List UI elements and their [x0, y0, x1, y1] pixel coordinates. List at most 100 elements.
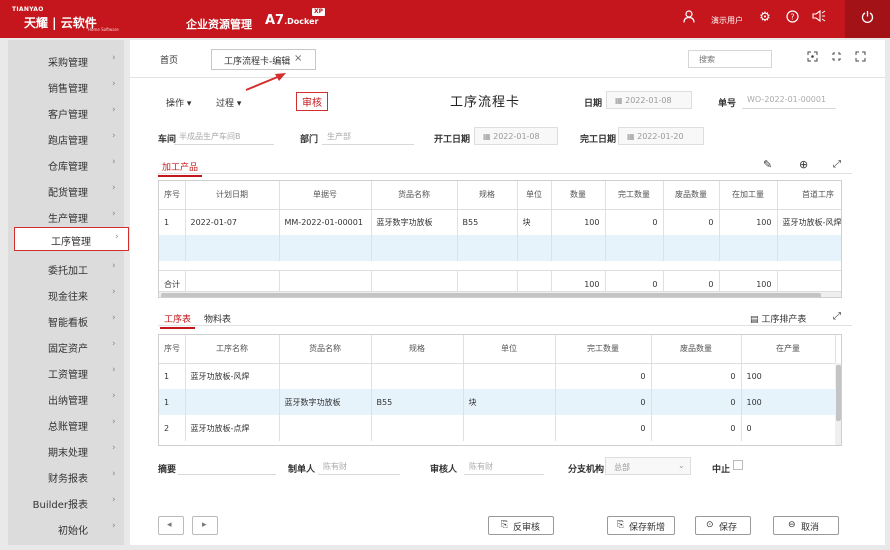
column-header[interactable]: 首道工序	[777, 181, 841, 210]
summary-field[interactable]	[178, 457, 276, 475]
schedule-link[interactable]: ▤ 工序排产表	[750, 312, 806, 325]
table-row[interactable]: 1 2022-01-07 MM-2022-01-00001 蓝牙数字功放板 B55 块 10…	[159, 209, 841, 235]
sidebar-item[interactable]: 出纳管理 ›	[12, 387, 122, 409]
table-cell[interactable]: 0	[651, 363, 742, 389]
sidebar-item[interactable]: 生产管理 ›	[12, 205, 122, 227]
table-cell[interactable]: 100	[719, 209, 778, 235]
sidebar-item[interactable]: 财务报表 ›	[12, 465, 122, 487]
fullscreen-icon[interactable]	[853, 51, 867, 65]
table-cell[interactable]	[185, 235, 280, 261]
column-header[interactable]: 在产量	[741, 335, 836, 364]
column-header[interactable]: 货品名称	[371, 181, 458, 210]
table-cell[interactable]	[371, 363, 464, 389]
column-header[interactable]: 规格	[371, 335, 464, 364]
save-new-button[interactable]: ⎘ 保存新增	[607, 516, 675, 535]
table-cell[interactable]: 2	[159, 415, 186, 441]
sidebar-item[interactable]: Builder报表 ›	[12, 491, 122, 513]
table-cell[interactable]: 1	[159, 363, 186, 389]
column-settings-icon[interactable]: ⊕	[799, 158, 808, 171]
tab-home[interactable]: 首页	[160, 53, 178, 66]
settings-icon[interactable]: ⚙	[757, 10, 773, 26]
table-cell[interactable]	[279, 363, 372, 389]
table-cell[interactable]: 2022-01-07	[185, 209, 280, 235]
table-cell[interactable]: 100	[741, 363, 836, 389]
table-cell[interactable]	[371, 415, 464, 441]
table-cell[interactable]: 蓝牙功放板-风焊	[185, 363, 280, 389]
sidebar-item[interactable]: 固定资产 ›	[12, 335, 122, 357]
doc-no-field[interactable]: WO-2022-01-00001	[742, 91, 836, 109]
close-icon[interactable]: ×	[294, 53, 302, 64]
table-cell[interactable]: MM-2022-01-00001	[279, 209, 372, 235]
sidebar-item[interactable]: 销售管理 ›	[12, 75, 122, 97]
sidebar-item[interactable]: 委托加工 ›	[12, 257, 122, 279]
sidebar-item[interactable]: 仓库管理 ›	[12, 153, 122, 175]
table-cell[interactable]: 蓝牙数字功放板	[279, 389, 372, 415]
table-cell[interactable]	[605, 235, 664, 261]
sidebar-item[interactable]: 跑店管理 ›	[12, 127, 122, 149]
column-header[interactable]: 工序名称	[185, 335, 280, 364]
table-cell[interactable]: 0	[605, 209, 664, 235]
search-box[interactable]	[688, 50, 772, 68]
table-cell[interactable]	[371, 235, 458, 261]
auditor-field[interactable]: 陈有财	[464, 457, 544, 475]
sidebar-item[interactable]: 初始化 ›	[12, 517, 122, 539]
column-header[interactable]: 序号	[159, 181, 186, 210]
table-cell[interactable]	[719, 235, 778, 261]
tab-materials[interactable]: 物料表	[204, 312, 231, 325]
brand-logo[interactable]: TIANYAO 天耀 | 云软件 Home Software	[10, 5, 128, 33]
tab-products[interactable]: 加工产品	[158, 160, 203, 177]
column-header[interactable]: 废品数量	[663, 181, 720, 210]
table-cell[interactable]	[185, 389, 280, 415]
expand-icon[interactable]: ⤢	[833, 159, 841, 170]
expand-icon[interactable]: ⤢	[833, 311, 841, 322]
tab-process-card-edit[interactable]: 工序流程卡-编辑 ×	[211, 49, 316, 70]
user-name[interactable]: 演示用户	[711, 15, 743, 26]
notification-icon[interactable]	[811, 9, 827, 26]
table-cell[interactable]	[663, 235, 720, 261]
tab-process[interactable]: 工序表	[160, 312, 196, 329]
prev-record-button[interactable]: ◂	[158, 516, 184, 535]
table-cell[interactable]: 0	[555, 415, 652, 441]
table-cell[interactable]: 0	[741, 415, 836, 441]
column-header[interactable]: 计划日期	[185, 181, 280, 210]
table-cell[interactable]	[457, 235, 518, 261]
table-cell[interactable]	[159, 235, 186, 261]
table-row[interactable]	[159, 235, 841, 261]
table-cell[interactable]	[463, 363, 556, 389]
table-cell[interactable]: B55	[457, 209, 518, 235]
table-cell[interactable]: 0	[555, 363, 652, 389]
table-row[interactable]: 1 蓝牙功放板-风焊 0 0 100	[159, 363, 836, 389]
power-button[interactable]	[845, 0, 890, 38]
sidebar-item[interactable]: 采购管理 ›	[12, 49, 122, 71]
next-record-button[interactable]: ▸	[192, 516, 218, 535]
sidebar-item[interactable]: 客户管理 ›	[12, 101, 122, 123]
process-scrollbar[interactable]	[835, 363, 841, 445]
products-scrollbar[interactable]	[159, 291, 841, 297]
workshop-field[interactable]: 半成品生产车间B	[174, 127, 274, 145]
column-header[interactable]: 序号	[159, 335, 186, 364]
start-date-field[interactable]: ▦ 2022-01-08	[474, 127, 558, 145]
save-button[interactable]: ⊙ 保存	[695, 516, 751, 535]
table-cell[interactable]	[551, 235, 606, 261]
finish-date-field[interactable]: ▦ 2022-01-20	[618, 127, 704, 145]
column-header[interactable]: 废品数量	[651, 335, 742, 364]
sidebar-item[interactable]: 现金往来 ›	[12, 283, 122, 305]
locate-icon[interactable]	[805, 51, 819, 65]
column-header[interactable]: 单位	[517, 181, 552, 210]
table-cell[interactable]	[279, 235, 372, 261]
search-input[interactable]	[689, 51, 771, 67]
column-header[interactable]: 数量	[551, 181, 606, 210]
sidebar-item[interactable]: 工资管理 ›	[12, 361, 122, 383]
column-header[interactable]: 单位	[463, 335, 556, 364]
sidebar-item[interactable]: 配货管理 ›	[12, 179, 122, 201]
user-icon[interactable]	[681, 10, 697, 26]
table-row[interactable]: 2 蓝牙功放板-点焊 0 0 0	[159, 415, 836, 441]
edit-icon[interactable]: ✎	[763, 158, 772, 171]
table-cell[interactable]	[777, 235, 841, 261]
branch-select[interactable]: 总部 ⌄	[605, 457, 691, 475]
table-cell[interactable]	[463, 415, 556, 441]
column-header[interactable]: 货品名称	[279, 335, 372, 364]
table-cell[interactable]: 0	[555, 389, 652, 415]
dept-field[interactable]: 生产部	[322, 127, 414, 145]
table-cell[interactable]: 1	[159, 389, 186, 415]
